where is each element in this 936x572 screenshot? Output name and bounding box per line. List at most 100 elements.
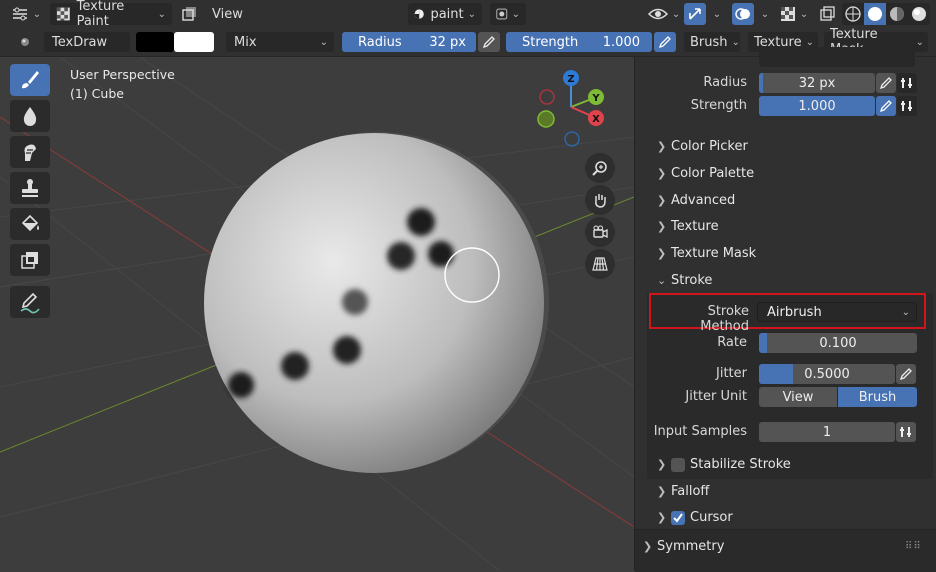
panel-symmetry[interactable]: ❯ Symmetry: [643, 539, 724, 554]
brush-menu[interactable]: Brush ⌄: [684, 32, 740, 52]
panel-cursor[interactable]: ❯ Cursor: [657, 510, 733, 525]
sidebar-radius-slider[interactable]: 32 px: [759, 73, 875, 93]
header-bar: ⌄ Texture Paint ⌄ View paint ⌄ ⌄ ⌄ ⌄ ⌄ ⌄: [0, 0, 936, 29]
primary-color-swatch[interactable]: [136, 32, 174, 52]
chevron-down-icon: ⌄: [511, 8, 520, 20]
panel-color-palette[interactable]: ❯ Color Palette: [657, 166, 754, 181]
cursor-checkbox[interactable]: [671, 510, 685, 525]
chevron-right-icon: ❯: [657, 220, 667, 233]
sidebar-strength-curve-toggle[interactable]: [897, 96, 917, 116]
secondary-color-swatch[interactable]: [174, 32, 214, 52]
tool-draw[interactable]: [10, 64, 50, 96]
panel-texture[interactable]: ❯ Texture: [657, 219, 719, 234]
chevron-right-icon: ❯: [657, 194, 667, 207]
pivot-selector[interactable]: ⌄: [490, 3, 526, 25]
brush-icon: [22, 71, 39, 89]
tool-soften[interactable]: [10, 100, 50, 132]
tool-smear[interactable]: [10, 136, 50, 168]
tool-mask[interactable]: [10, 244, 50, 276]
drag-handle-icon[interactable]: ⠿⠿: [905, 541, 922, 552]
mode-selector[interactable]: Texture Paint ⌄: [50, 0, 172, 29]
input-samples-decorator[interactable]: [896, 422, 916, 442]
brush-name-field[interactable]: TexDraw: [44, 32, 130, 52]
pen-pressure-icon: [879, 77, 892, 90]
rate-slider[interactable]: 0.100: [759, 333, 917, 353]
panel-stabilize-stroke-label: Stabilize Stroke: [690, 457, 791, 472]
shading-mode-group: [842, 3, 930, 25]
camera-view-button[interactable]: [585, 217, 615, 247]
panel-advanced[interactable]: ❯ Advanced: [657, 193, 735, 208]
stabilize-stroke-checkbox[interactable]: [671, 457, 685, 472]
paint-bucket-icon: [21, 214, 39, 232]
panel-falloff-label: Falloff: [671, 484, 710, 499]
gizmo-dropdown[interactable]: ⌄: [706, 3, 724, 25]
editor-type-button[interactable]: ⌄: [8, 3, 44, 25]
panel-stabilize-stroke[interactable]: ❯ Stabilize Stroke: [657, 457, 791, 472]
sphere-object[interactable]: [204, 133, 544, 473]
pen-pressure-icon: [658, 36, 671, 49]
curve-settings-icon: [900, 427, 911, 437]
gizmo-neg-x-axis[interactable]: [539, 89, 555, 105]
viewport-scene: Z Y X: [0, 57, 634, 571]
rendered-shading-icon[interactable]: [912, 7, 926, 21]
panel-stroke-label: Stroke: [671, 273, 713, 288]
jitter-unit-view[interactable]: View: [759, 387, 837, 407]
sidebar-radius-unit-toggle[interactable]: [897, 73, 917, 93]
texture-overlay-selector[interactable]: ⌄: [776, 3, 812, 25]
jitter-slider[interactable]: 0.5000: [759, 364, 895, 384]
camera-icon: [593, 225, 608, 239]
tool-clone[interactable]: [10, 172, 50, 204]
perspective-toggle-button[interactable]: [585, 249, 615, 279]
sidebar-strength-pressure[interactable]: [876, 96, 896, 116]
zoom-button[interactable]: [585, 153, 615, 183]
curve-settings-icon: [901, 78, 912, 88]
panel-falloff[interactable]: ❯ Falloff: [657, 484, 709, 499]
strength-value: 1.000: [602, 34, 640, 50]
texture-slot-selector[interactable]: paint ⌄: [408, 3, 482, 25]
input-samples-field[interactable]: 1: [759, 422, 895, 442]
editor-type-icon: [12, 7, 27, 21]
overlays-dropdown[interactable]: ⌄: [754, 3, 772, 25]
navigation-gizmo[interactable]: Z Y X: [537, 70, 604, 147]
gizmo-neg-y-axis[interactable]: [537, 110, 555, 128]
strength-pressure-toggle[interactable]: [654, 32, 676, 52]
panel-color-picker-label: Color Picker: [671, 139, 748, 154]
radius-pressure-toggle[interactable]: [478, 32, 500, 52]
pan-button[interactable]: [585, 185, 615, 215]
tool-annotate[interactable]: [10, 286, 50, 318]
panel-texture-mask-label: Texture Mask: [671, 246, 757, 261]
stamp-icon: [22, 179, 38, 197]
brush-dot-icon: [21, 38, 29, 46]
jitter-unit-label: Jitter Unit: [685, 389, 747, 404]
overlays-toggle[interactable]: [732, 3, 754, 25]
radius-slider[interactable]: Radius 32 px: [342, 32, 476, 52]
rate-value: 0.100: [819, 335, 857, 351]
visibility-selector[interactable]: ⌄: [646, 3, 682, 25]
solid-shading-icon[interactable]: [864, 3, 886, 25]
gizmo-neg-z-axis[interactable]: [564, 131, 580, 147]
view-menu[interactable]: View: [212, 3, 243, 25]
xray-button[interactable]: [816, 3, 838, 25]
chevron-down-icon: ⌄: [799, 8, 809, 20]
brush-preview-icon[interactable]: [14, 32, 36, 52]
jitter-pressure-toggle[interactable]: [896, 364, 916, 384]
strength-slider[interactable]: Strength 1.000: [506, 32, 652, 52]
3d-viewport[interactable]: Z Y X User Perspective (1) Cube: [0, 57, 634, 571]
material-shading-icon[interactable]: [890, 7, 904, 21]
panel-color-picker[interactable]: ❯ Color Picker: [657, 139, 748, 154]
jitter-value: 0.5000: [804, 366, 850, 382]
wireframe-shading-icon[interactable]: [845, 6, 861, 22]
stroke-method-dropdown[interactable]: Airbrush ⌄: [757, 302, 917, 322]
stroke-method-label: Stroke Method: [700, 304, 749, 334]
panel-texture-mask[interactable]: ❯ Texture Mask: [657, 246, 756, 261]
strength-label: Strength: [522, 34, 579, 50]
sidebar-radius-pressure[interactable]: [876, 73, 896, 93]
sidebar-strength-slider[interactable]: 1.000: [759, 96, 875, 116]
jitter-unit-brush[interactable]: Brush: [838, 387, 917, 407]
gizmo-toggle[interactable]: [684, 3, 706, 25]
tool-fill[interactable]: [10, 208, 50, 240]
panel-stroke[interactable]: ⌄ Stroke: [657, 273, 712, 288]
gizmo-arrows-icon: [689, 8, 701, 20]
blend-mode-dropdown[interactable]: Mix ⌄: [226, 32, 334, 52]
xray-toggle[interactable]: [178, 3, 200, 25]
